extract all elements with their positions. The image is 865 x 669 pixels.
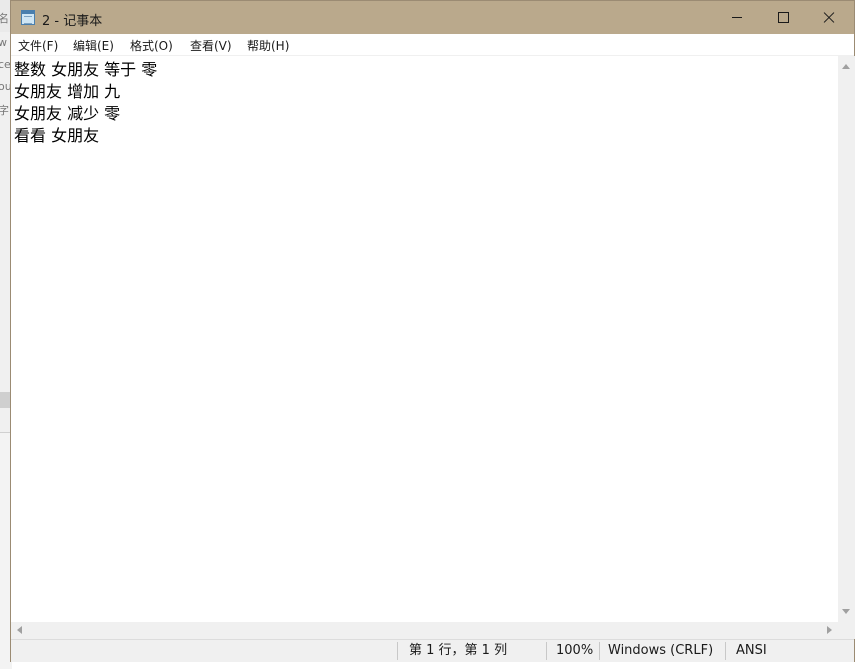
zoom-level: 100% — [556, 643, 594, 658]
status-separator — [599, 642, 600, 660]
scroll-left-icon[interactable] — [17, 626, 22, 634]
close-icon — [823, 12, 835, 24]
menu-help[interactable]: 帮助(H) — [247, 37, 289, 54]
editor-line: 看看 女朋友 — [14, 126, 100, 145]
titlebar[interactable]: 2 - 记事本 — [11, 1, 854, 34]
text-editor[interactable]: 整数 女朋友 等于 零女朋友 增加 九女朋友 减少 零看看 女朋友 — [11, 56, 838, 622]
menu-edit[interactable]: 编辑(E) — [73, 37, 114, 54]
menu-file[interactable]: 文件(F) — [18, 37, 58, 54]
menu-format[interactable]: 格式(O) — [130, 37, 173, 54]
horizontal-scrollbar[interactable] — [11, 622, 838, 639]
line-ending: Windows (CRLF) — [608, 643, 714, 658]
status-bar: 第 1 行，第 1 列 100% Windows (CRLF) ANSI — [11, 639, 854, 662]
editor-content[interactable]: 整数 女朋友 等于 零女朋友 增加 九女朋友 减少 零看看 女朋友 — [14, 59, 157, 147]
background-text-fragment: 名 — [0, 12, 9, 25]
encoding: ANSI — [736, 643, 767, 658]
menu-view[interactable]: 查看(V) — [190, 37, 232, 54]
close-button[interactable] — [806, 1, 852, 34]
notepad-window: 2 - 记事本 文件(F) 编辑(E) 格式(O) 查看(V) 帮助(H) 整数… — [10, 0, 855, 662]
background-text-fragment: 字 — [0, 104, 9, 117]
scrollbar-corner — [838, 622, 855, 639]
cursor-position: 第 1 行，第 1 列 — [409, 643, 508, 658]
maximize-button[interactable] — [760, 1, 806, 34]
maximize-icon — [777, 12, 789, 23]
window-title: 2 - 记事本 — [42, 14, 103, 29]
scroll-right-icon[interactable] — [827, 626, 832, 634]
menu-bar: 文件(F) 编辑(E) 格式(O) 查看(V) 帮助(H) — [11, 34, 854, 56]
status-separator — [546, 642, 547, 660]
background-text-fragment: w — [0, 36, 7, 49]
status-separator — [397, 642, 398, 660]
editor-line: 女朋友 减少 零 — [14, 104, 121, 123]
notepad-icon[interactable] — [21, 10, 35, 25]
editor-line: 整数 女朋友 等于 零 — [14, 60, 158, 79]
scroll-down-icon[interactable] — [842, 609, 850, 614]
scroll-up-icon[interactable] — [842, 64, 850, 69]
vertical-scrollbar[interactable] — [838, 56, 855, 622]
minimize-button[interactable] — [714, 1, 760, 34]
editor-line: 女朋友 增加 九 — [14, 82, 121, 101]
status-separator — [725, 642, 726, 660]
minimize-icon — [732, 17, 742, 18]
